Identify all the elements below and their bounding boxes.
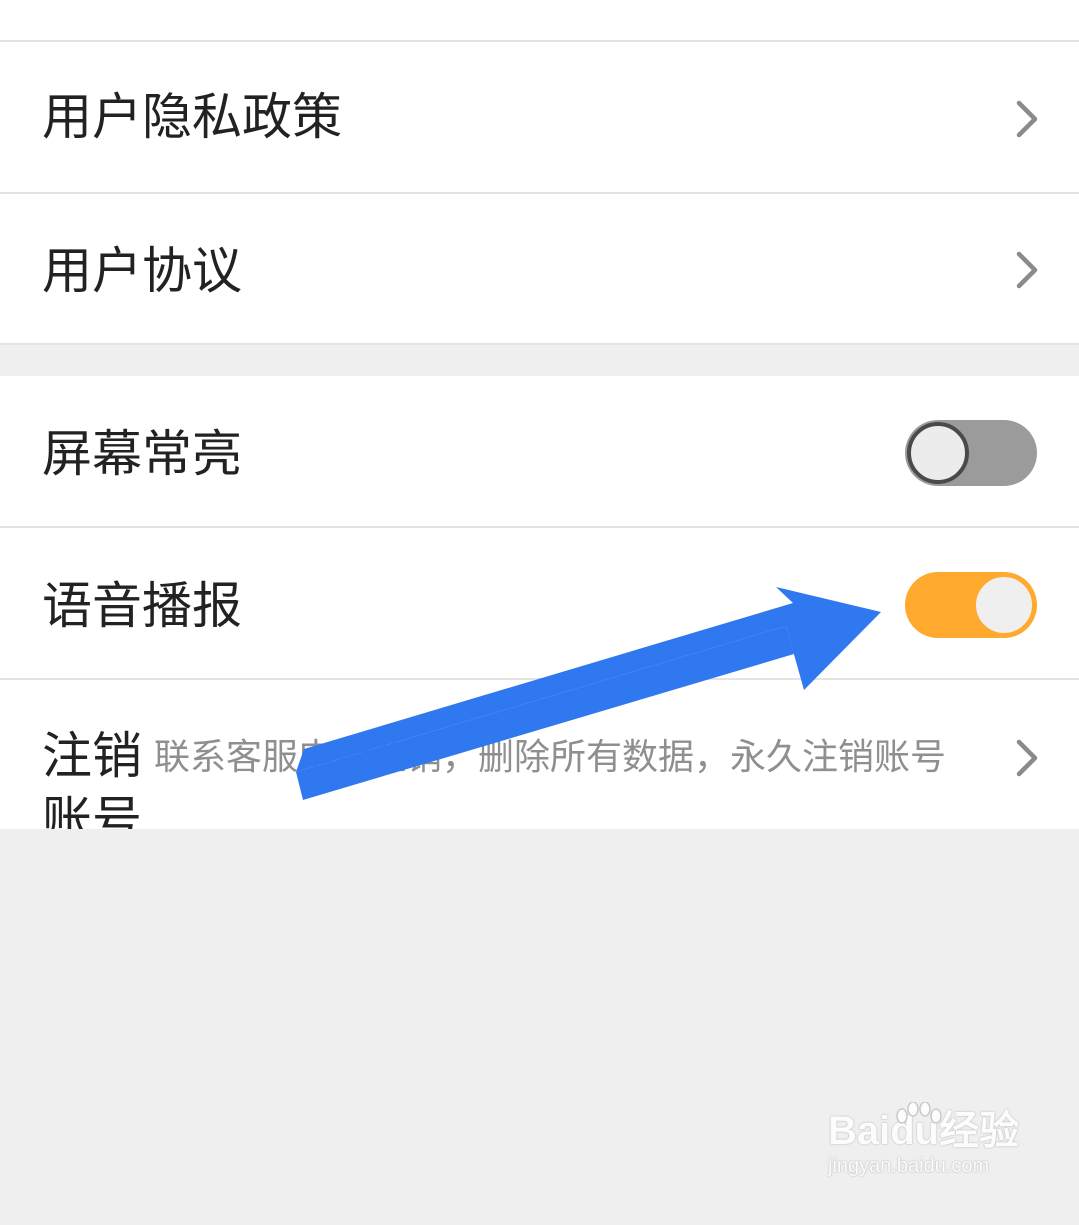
chevron-right-icon [1013, 98, 1041, 140]
screen-on-label: 屏幕常亮 [42, 425, 242, 483]
cancel-account-label-line1: 注销 [42, 727, 142, 785]
voice-broadcast-row: 语音播报 [0, 528, 1079, 678]
watermark-product: 经验 [939, 1109, 1020, 1153]
user-agreement-row[interactable]: 用户协议 [0, 194, 1079, 344]
watermark-brand-text: Bai [828, 1109, 891, 1153]
privacy-policy-row[interactable]: 用户隐私政策 [0, 42, 1079, 192]
watermark-url: jingyan.baidu.com [828, 1155, 990, 1177]
watermark: Baidu经验 jingyan.baidu.com [828, 1102, 1020, 1178]
settings-group-links: 用户隐私政策 用户协议 [0, 0, 1079, 345]
cancel-account-description: 联系客服申请注销，删除所有数据，永久注销账号 [154, 737, 947, 778]
divider [0, 343, 1079, 345]
toggle-knob [973, 574, 1035, 636]
voice-broadcast-label: 语音播报 [42, 577, 242, 635]
chevron-right-icon [1013, 249, 1041, 291]
screen-on-row: 屏幕常亮 [0, 376, 1079, 526]
user-agreement-label: 用户协议 [42, 242, 242, 300]
voice-broadcast-toggle[interactable] [905, 572, 1037, 638]
chevron-right-icon [1013, 737, 1041, 779]
baidu-paw-icon [896, 1102, 942, 1124]
privacy-policy-label: 用户隐私政策 [42, 88, 342, 146]
toggle-knob [907, 422, 969, 484]
cancel-account-row[interactable]: 注销 账号 联系客服申请注销，删除所有数据，永久注销账号 [0, 680, 1079, 829]
settings-group-options: 屏幕常亮 语音播报 注销 账号 联系客服申请注销，删除所有数据，永久注销账号 [0, 376, 1079, 829]
cancel-account-label-line2: 账号 [42, 791, 142, 829]
screen-on-toggle[interactable] [905, 420, 1037, 486]
